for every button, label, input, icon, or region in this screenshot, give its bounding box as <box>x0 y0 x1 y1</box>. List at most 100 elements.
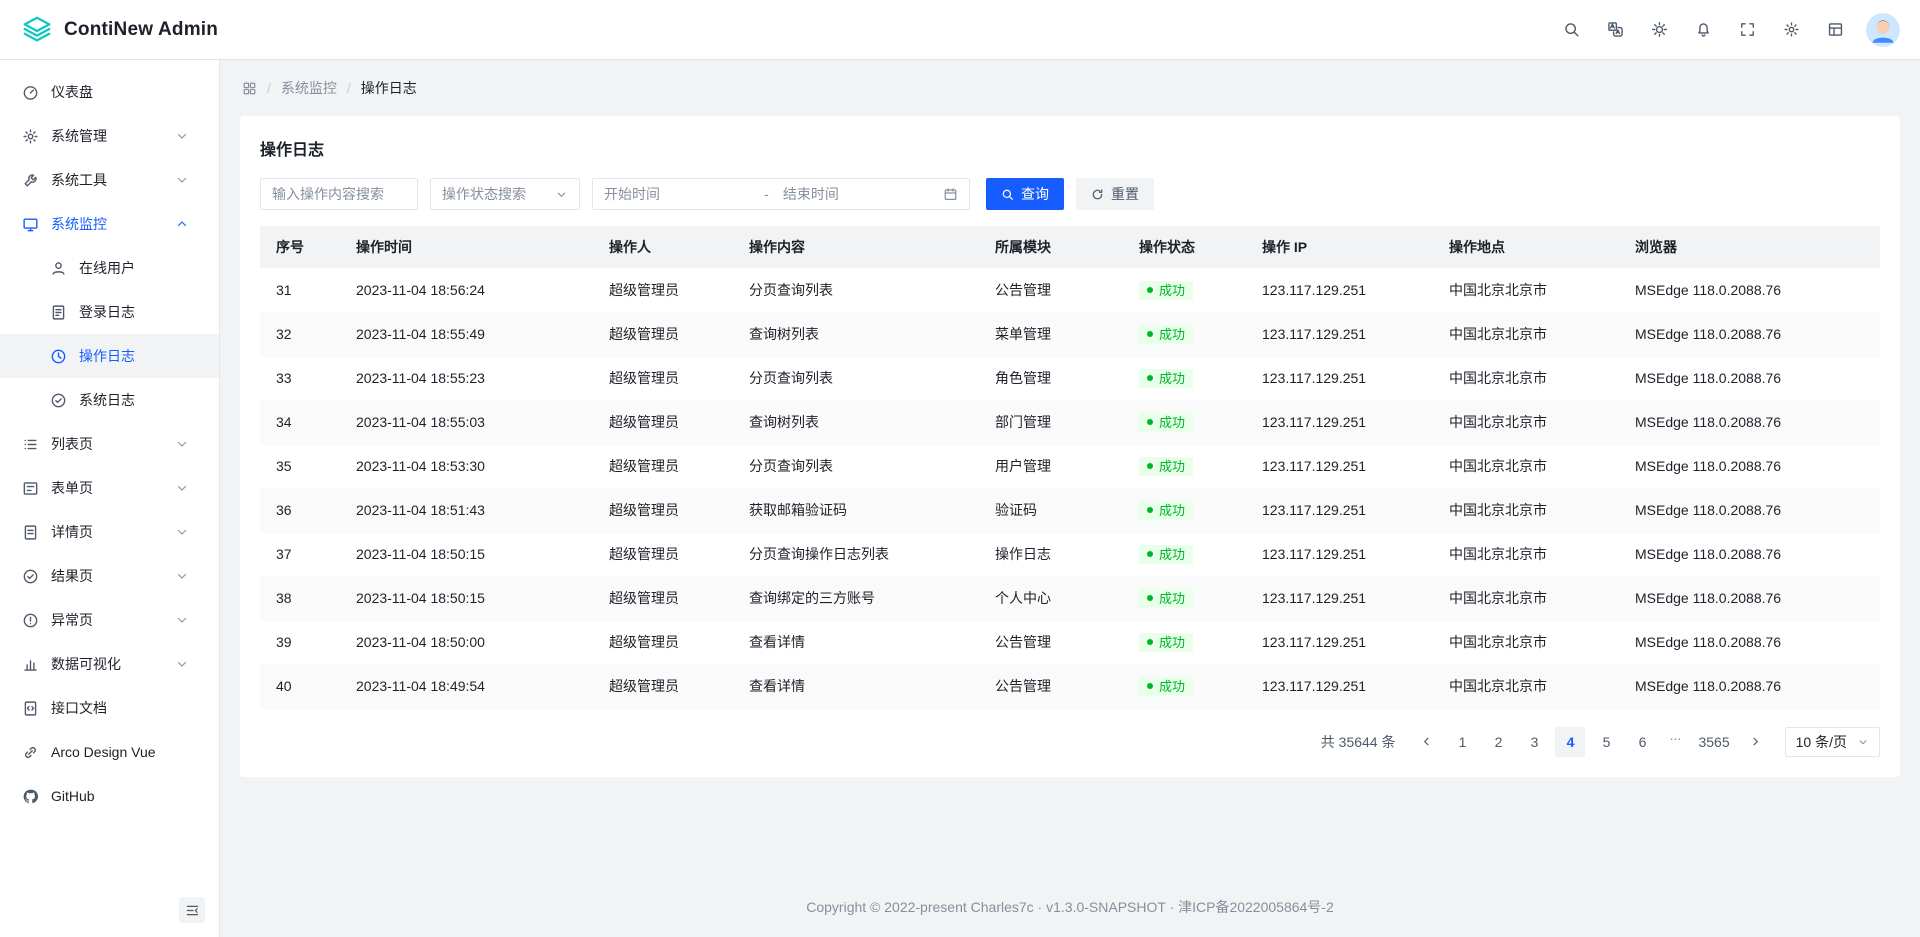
layout-button[interactable] <box>1818 13 1852 47</box>
status-badge: 成功 <box>1139 457 1193 476</box>
sidebar-subitem[interactable]: 系统日志 <box>0 378 219 422</box>
table-row: 322023-11-04 18:55:49超级管理员查询树列表菜单管理成功123… <box>260 312 1880 356</box>
search-button[interactable] <box>1554 13 1588 47</box>
page-button[interactable]: 2 <box>1483 727 1513 757</box>
sidebar-item-label: 系统工具 <box>51 170 175 190</box>
search-icon <box>1563 21 1580 38</box>
next-page-button[interactable] <box>1741 727 1771 757</box>
page-button[interactable]: 3 <box>1519 727 1549 757</box>
user-avatar[interactable] <box>1866 13 1900 47</box>
tools-icon <box>22 172 39 189</box>
table-cell: 分页查询列表 <box>733 444 979 488</box>
table-cell: 成功 <box>1123 444 1246 488</box>
status-dot-icon <box>1147 639 1153 645</box>
table-cell: MSEdge 118.0.2088.76 <box>1619 664 1880 708</box>
sidebar-item[interactable]: GitHub <box>0 774 219 818</box>
filter-bar: 输入操作内容搜索 操作状态搜索 开始时间 - 结束时间 <box>260 178 1880 210</box>
column-header: 操作状态 <box>1123 226 1246 268</box>
status-label: 成功 <box>1159 592 1185 605</box>
sidebar-item-label: 仪表盘 <box>51 82 201 102</box>
table-cell: 查询树列表 <box>733 312 979 356</box>
breadcrumb-item-monitor[interactable]: 系统监控 <box>281 78 337 98</box>
sidebar-item-label: 接口文档 <box>51 698 201 718</box>
query-button[interactable]: 查询 <box>986 178 1064 210</box>
table-cell: 超级管理员 <box>593 620 733 664</box>
status-label: 成功 <box>1159 328 1185 341</box>
table-cell: 公告管理 <box>979 664 1123 708</box>
settings-button[interactable] <box>1774 13 1808 47</box>
page-button[interactable]: 4 <box>1555 727 1585 757</box>
page-button[interactable]: 5 <box>1591 727 1621 757</box>
sidebar-item[interactable]: 表单页 <box>0 466 219 510</box>
breadcrumb-separator: / <box>347 80 351 96</box>
sidebar-item[interactable]: 列表页 <box>0 422 219 466</box>
notification-button[interactable] <box>1686 13 1720 47</box>
sidebar-item[interactable]: 系统监控 <box>0 202 219 246</box>
sidebar-subitem[interactable]: 在线用户 <box>0 246 219 290</box>
settings-icon <box>1783 21 1800 38</box>
table-cell: 33 <box>260 356 340 400</box>
reset-button[interactable]: 重置 <box>1076 178 1154 210</box>
fullscreen-button[interactable] <box>1730 13 1764 47</box>
sidebar-subitem[interactable]: 操作日志 <box>0 334 219 378</box>
table-cell: 超级管理员 <box>593 664 733 708</box>
table-cell: 中国北京北京市 <box>1433 268 1619 312</box>
page-size-select[interactable]: 10 条/页 <box>1785 727 1880 757</box>
page-button[interactable]: 1 <box>1447 727 1477 757</box>
table-cell: 超级管理员 <box>593 312 733 356</box>
table-cell: 2023-11-04 18:53:30 <box>340 444 593 488</box>
sidebar-item[interactable]: 详情页 <box>0 510 219 554</box>
translate-button[interactable] <box>1598 13 1632 47</box>
status-dot-icon <box>1147 463 1153 469</box>
table-cell: 查询绑定的三方账号 <box>733 576 979 620</box>
table-cell: 用户管理 <box>979 444 1123 488</box>
table-cell: MSEdge 118.0.2088.76 <box>1619 268 1880 312</box>
prev-page-button[interactable] <box>1411 727 1441 757</box>
table-cell: 公告管理 <box>979 620 1123 664</box>
sidebar-item[interactable]: 异常页 <box>0 598 219 642</box>
table-cell: 中国北京北京市 <box>1433 532 1619 576</box>
table-cell: 2023-11-04 18:55:23 <box>340 356 593 400</box>
sidebar-item[interactable]: 系统工具 <box>0 158 219 202</box>
date-range-picker[interactable]: 开始时间 - 结束时间 <box>592 178 970 210</box>
page-button[interactable]: 3565 <box>1693 727 1734 757</box>
sidebar-item[interactable]: 仪表盘 <box>0 70 219 114</box>
sidebar-item-label: 详情页 <box>51 522 175 542</box>
sidebar-item[interactable]: 接口文档 <box>0 686 219 730</box>
operation-search-input[interactable]: 输入操作内容搜索 <box>260 178 418 210</box>
status-select[interactable]: 操作状态搜索 <box>430 178 580 210</box>
search-icon <box>1001 188 1014 201</box>
column-header: 浏览器 <box>1619 226 1880 268</box>
sidebar-item[interactable]: 结果页 <box>0 554 219 598</box>
page-button[interactable]: 6 <box>1627 727 1657 757</box>
table-cell: 成功 <box>1123 268 1246 312</box>
status-dot-icon <box>1147 551 1153 557</box>
sidebar-subitem-label: 登录日志 <box>79 302 201 322</box>
sidebar-subitem-label: 系统日志 <box>79 390 201 410</box>
sidebar-item[interactable]: 系统管理 <box>0 114 219 158</box>
table-cell: 成功 <box>1123 356 1246 400</box>
table-cell: 2023-11-04 18:55:49 <box>340 312 593 356</box>
table-row: 312023-11-04 18:56:24超级管理员分页查询列表公告管理成功12… <box>260 268 1880 312</box>
status-dot-icon <box>1147 595 1153 601</box>
sidebar-collapse-button[interactable] <box>179 897 205 923</box>
column-header: 操作地点 <box>1433 226 1619 268</box>
column-header: 操作时间 <box>340 226 593 268</box>
calendar-icon <box>943 187 958 202</box>
sidebar-item[interactable]: Arco Design Vue <box>0 730 219 774</box>
chevron-down-icon <box>175 173 189 187</box>
app-header: ContiNew Admin <box>0 0 1920 60</box>
chevron-down-icon <box>175 569 189 583</box>
table-cell: 123.117.129.251 <box>1246 444 1433 488</box>
app-logo[interactable]: ContiNew Admin <box>20 13 218 47</box>
table-cell: 中国北京北京市 <box>1433 356 1619 400</box>
status-dot-icon <box>1147 331 1153 337</box>
sidebar-item[interactable]: 数据可视化 <box>0 642 219 686</box>
status-label: 成功 <box>1159 372 1185 385</box>
apps-icon[interactable] <box>242 81 257 96</box>
chevron-down-icon <box>175 525 189 539</box>
sidebar-subitem[interactable]: 登录日志 <box>0 290 219 334</box>
table-cell: 成功 <box>1123 620 1246 664</box>
sidebar-item-label: 结果页 <box>51 566 175 586</box>
theme-button[interactable] <box>1642 13 1676 47</box>
